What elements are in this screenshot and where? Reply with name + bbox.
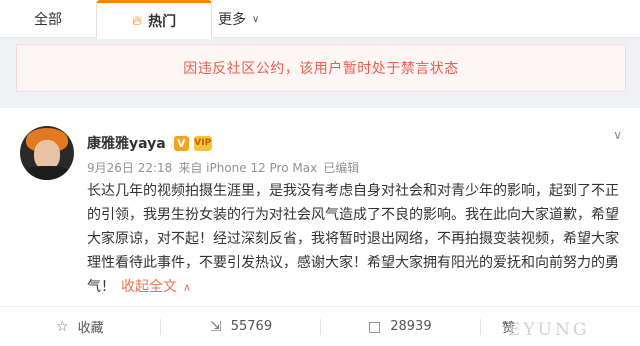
verified-badge-icon: V <box>173 135 189 151</box>
collapse-link[interactable]: 收起全文 <box>121 279 177 295</box>
ban-notice: 因违反社区公约，该用户暂时处于禁言状态 <box>16 44 626 92</box>
post-time[interactable]: 9月26日 22:18 <box>87 161 172 175</box>
fire-icon: 🔥︎ <box>131 13 143 29</box>
top-tab-bar: 全部 🔥︎ 热门 更多 ∨ <box>0 0 640 39</box>
username-text: 康雅雅yaya <box>87 136 166 152</box>
favorite-label: 收藏 <box>77 321 104 336</box>
post-content: 长达几年的视频拍摄生涯里，是我没有考虑自身对社会和对青少年的影响，起到了不正的引… <box>87 179 623 300</box>
chevron-up-icon[interactable]: ∧ <box>183 281 191 294</box>
chevron-down-icon: ∨ <box>252 13 260 25</box>
action-separator <box>160 319 161 335</box>
member-badge-icon: VIP <box>193 135 212 151</box>
post-meta: 9月26日 22:18 来自 iPhone 12 Pro Max 已编辑 <box>87 159 365 176</box>
tab-hot[interactable]: 🔥︎ 热门 <box>96 0 212 39</box>
tab-hot-label: 热门 <box>148 14 177 30</box>
tab-all-label: 全部 <box>34 12 62 28</box>
edited-label[interactable]: 已编辑 <box>323 161 359 175</box>
repost-icon: ⇲ <box>210 318 222 335</box>
repost-button[interactable]: ⇲ 55769 <box>210 307 272 346</box>
ban-notice-text: 因违反社区公约，该用户暂时处于禁言状态 <box>183 61 459 77</box>
repost-count: 55769 <box>230 319 273 334</box>
comment-count: 28939 <box>390 319 432 334</box>
username[interactable]: 康雅雅yaya V VIP <box>87 133 212 153</box>
tab-all[interactable]: 全部 <box>34 0 62 38</box>
action-separator <box>320 319 321 335</box>
tab-more[interactable]: 更多 ∨ <box>218 0 259 38</box>
tab-more-label: 更多 <box>218 12 246 28</box>
favorite-button[interactable]: ☆ 收藏 <box>56 307 104 346</box>
watermark-logo: EYUNG <box>508 320 590 340</box>
star-icon: ☆ <box>56 318 69 335</box>
comment-button[interactable]: □ 28939 <box>368 307 432 346</box>
avatar[interactable] <box>20 126 74 180</box>
comment-icon: □ <box>368 318 382 335</box>
action-separator <box>480 319 481 335</box>
post-card: 康雅雅yaya V VIP ∨ 9月26日 22:18 来自 iPhone 12 … <box>0 108 640 346</box>
post-source: 来自 iPhone 12 Pro Max <box>178 161 318 175</box>
post-menu-chevron-icon[interactable]: ∨ <box>613 128 622 142</box>
